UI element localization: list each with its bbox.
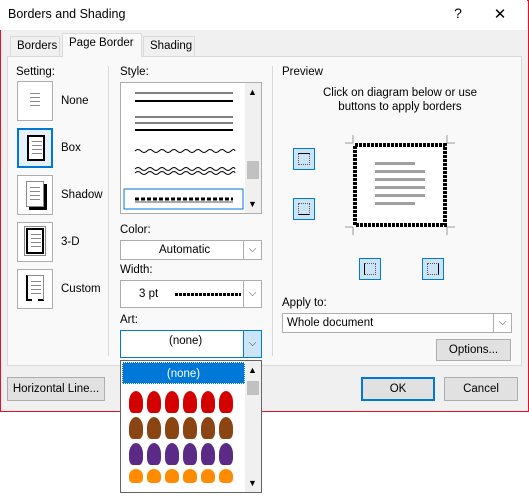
separator <box>108 66 109 356</box>
page-icon <box>26 181 44 207</box>
apply-to-value: Whole document <box>287 317 374 329</box>
close-button[interactable]: ✕ <box>490 5 510 25</box>
separator <box>272 66 273 356</box>
setting-box-thumb[interactable] <box>17 128 53 168</box>
art-option-gifts[interactable] <box>129 443 237 469</box>
border-bottom-icon <box>298 203 310 215</box>
color-combo[interactable]: Automatic ⌵ <box>120 240 262 260</box>
width-combo[interactable]: 3 pt ⌵ <box>120 280 262 308</box>
width-sample-line <box>175 293 241 296</box>
ok-button[interactable]: OK <box>361 377 435 401</box>
setting-3d-thumb[interactable] <box>17 222 53 262</box>
scroll-down-icon[interactable]: ▼ <box>248 478 257 488</box>
tab-page-border[interactable]: Page Border <box>62 33 142 57</box>
chevron-down-icon[interactable]: ⌵ <box>243 241 261 259</box>
setting-none-thumb[interactable] <box>17 81 53 121</box>
apply-to-combo[interactable]: Whole document ⌵ <box>282 313 512 333</box>
border-top-icon <box>298 153 310 165</box>
art-value: (none) <box>169 335 203 347</box>
apply-to-label: Apply to: <box>282 297 327 309</box>
setting-3d-label[interactable]: 3-D <box>61 236 80 248</box>
setting-box-label[interactable]: Box <box>61 142 81 154</box>
tab-shading[interactable]: Shading <box>143 36 195 56</box>
preview-label: Preview <box>282 66 323 78</box>
window-title: Borders and Shading <box>8 7 126 21</box>
page-icon <box>27 135 45 161</box>
setting-custom-thumb[interactable] <box>17 269 53 309</box>
art-option-cakes[interactable] <box>129 417 237 443</box>
art-combo[interactable]: (none) ⌵ <box>120 330 262 358</box>
help-button[interactable]: ? <box>448 5 468 25</box>
preview-page-svg <box>345 135 455 235</box>
style-label: Style: <box>120 66 149 78</box>
art-dropdown-list[interactable]: (none) ▲ ▼ <box>120 360 262 493</box>
color-value: Automatic <box>159 244 211 256</box>
setting-none-label[interactable]: None <box>61 95 89 107</box>
art-option-candy[interactable] <box>129 469 237 489</box>
art-option-apples[interactable] <box>129 391 237 417</box>
style-listbox[interactable]: ▲ ▼ <box>120 82 262 214</box>
tab-borders[interactable]: Borders <box>10 36 60 56</box>
chevron-down-icon[interactable]: ⌵ <box>243 331 261 357</box>
scroll-thumb[interactable] <box>247 161 259 179</box>
horizontal-line-button[interactable]: Horizontal Line... <box>7 377 105 401</box>
cancel-button[interactable]: Cancel <box>444 377 518 401</box>
preview-instruction: Click on diagram below or use buttons to… <box>322 87 478 113</box>
art-label: Art: <box>120 314 138 326</box>
width-value: 3 pt <box>139 288 159 300</box>
style-scrollbar[interactable]: ▲ ▼ <box>245 83 261 213</box>
chevron-down-icon[interactable]: ⌵ <box>493 314 511 332</box>
scroll-down-icon[interactable]: ▼ <box>248 199 257 209</box>
bottom-border-button[interactable] <box>293 198 315 220</box>
art-scrollbar[interactable]: ▲ ▼ <box>245 361 261 492</box>
options-button[interactable]: Options... <box>436 339 511 361</box>
art-option-none[interactable]: (none) <box>122 362 245 384</box>
left-border-button[interactable] <box>359 258 381 280</box>
setting-shadow-label[interactable]: Shadow <box>61 189 103 201</box>
scroll-up-icon[interactable]: ▲ <box>248 87 257 97</box>
line-styles-svg <box>123 92 244 210</box>
setting-shadow-thumb[interactable] <box>17 175 53 215</box>
border-right-icon <box>427 263 439 275</box>
color-label: Color: <box>120 224 151 236</box>
page-icon <box>26 87 44 113</box>
border-left-icon <box>364 263 376 275</box>
preview-diagram[interactable] <box>345 135 455 235</box>
chevron-down-icon[interactable]: ⌵ <box>243 281 261 307</box>
page-icon <box>26 275 44 301</box>
scroll-up-icon[interactable]: ▲ <box>248 365 257 375</box>
right-border-button[interactable] <box>422 258 444 280</box>
page-icon <box>24 226 46 256</box>
setting-custom-label[interactable]: Custom <box>61 283 101 295</box>
top-border-button[interactable] <box>293 148 315 170</box>
scroll-thumb[interactable] <box>247 381 259 395</box>
width-label: Width: <box>120 264 153 276</box>
setting-label: Setting: <box>16 66 55 78</box>
